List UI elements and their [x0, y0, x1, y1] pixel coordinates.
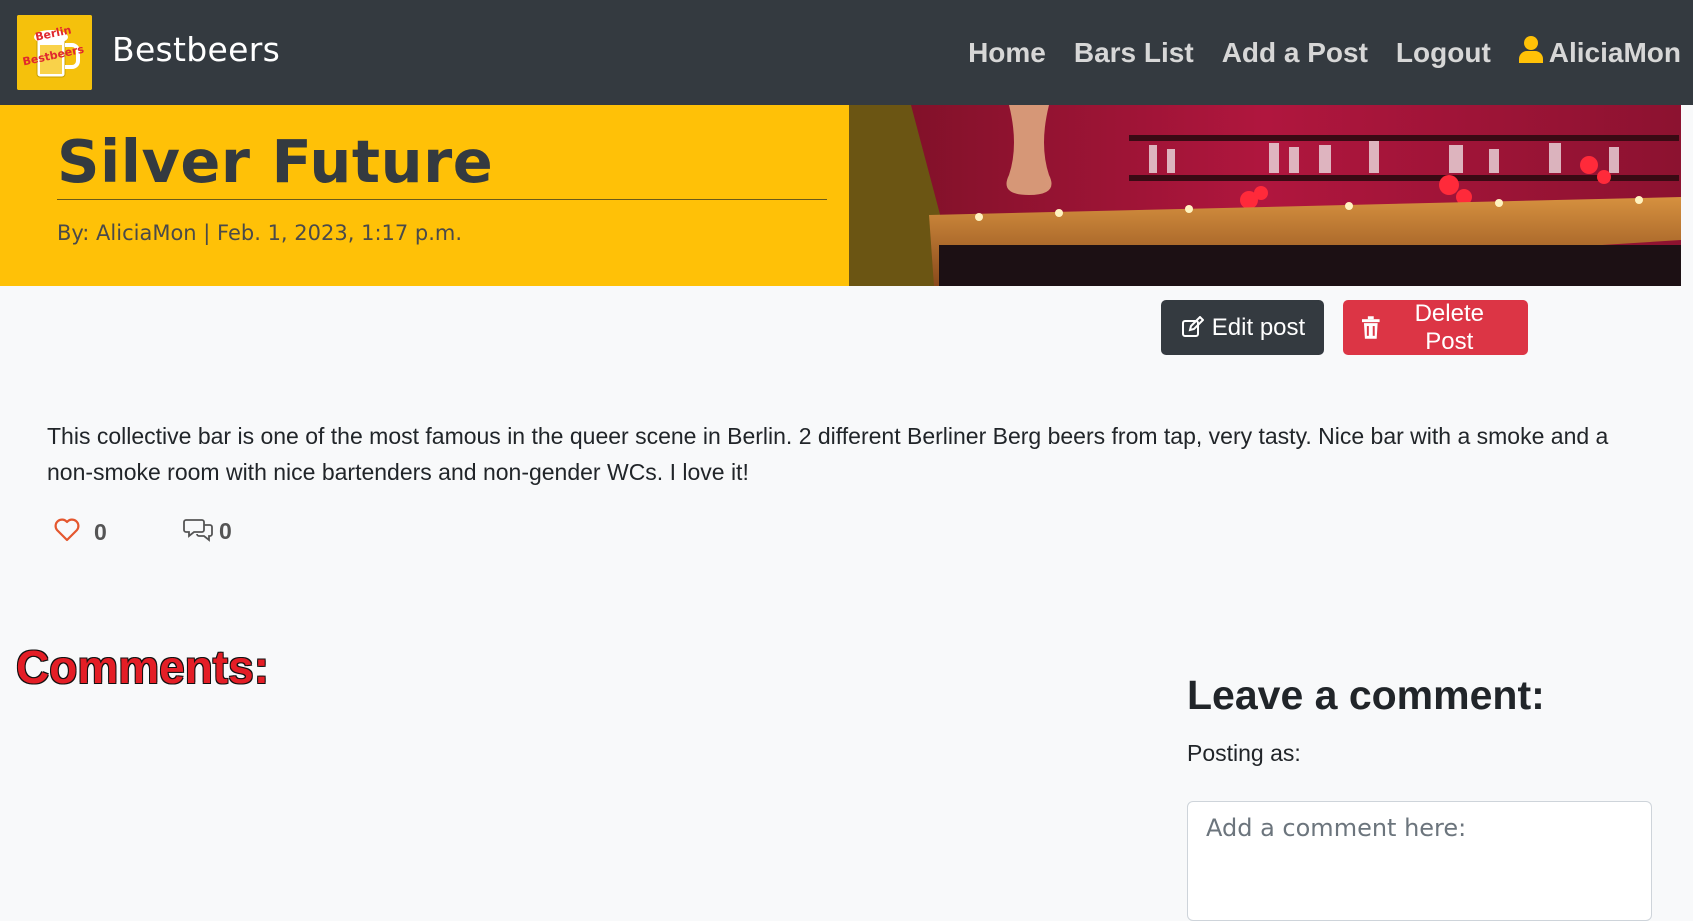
nav-add-post[interactable]: Add a Post — [1222, 37, 1368, 69]
user-name: AliciaMon — [1548, 36, 1681, 68]
trash-icon — [1361, 315, 1380, 339]
leave-comment-heading: Leave a comment: — [1187, 672, 1545, 718]
comment-count-area: 0 — [183, 516, 232, 546]
nav-home[interactable]: Home — [968, 37, 1046, 69]
heart-icon[interactable] — [54, 518, 80, 546]
post-title-panel: Silver Future By: AliciaMon | Feb. 1, 20… — [0, 105, 849, 286]
post-body: This collective bar is one of the most f… — [47, 423, 1609, 485]
nav-bars-list[interactable]: Bars List — [1074, 37, 1194, 69]
comments-icon — [183, 516, 215, 546]
post-meta: By: AliciaMon | Feb. 1, 2023, 1:17 p.m. — [57, 221, 463, 245]
comment-count: 0 — [219, 517, 232, 544]
comment-input[interactable] — [1187, 801, 1652, 921]
posting-as-label: Posting as: — [1187, 740, 1301, 766]
nav-user[interactable]: AliciaMon — [1518, 35, 1681, 70]
nav-links: Home Bars List Add a Post Logout AliciaM… — [940, 0, 1681, 105]
delete-post-button[interactable]: Delete Post — [1343, 300, 1528, 355]
like-area: 0 — [54, 518, 107, 546]
edit-post-label: Edit post — [1211, 313, 1306, 341]
navbar: Berlin Bestbeers Bestbeers Home Bars Lis… — [0, 0, 1693, 105]
nav-logout[interactable]: Logout — [1396, 37, 1491, 69]
brand-name[interactable]: Bestbeers — [112, 30, 280, 69]
post-header: Silver Future By: AliciaMon | Feb. 1, 20… — [0, 105, 1693, 286]
delete-post-label: Delete Post — [1414, 299, 1484, 355]
comments-heading: Comments: — [16, 641, 270, 693]
edit-icon — [1181, 315, 1204, 337]
like-count: 0 — [94, 518, 107, 545]
brand-logo[interactable]: Berlin Bestbeers — [17, 15, 92, 90]
user-icon — [1518, 35, 1543, 70]
edit-post-button[interactable]: Edit post — [1161, 300, 1324, 355]
featured-image — [849, 105, 1681, 286]
post-title: Silver Future — [57, 127, 494, 196]
title-divider — [57, 199, 827, 200]
